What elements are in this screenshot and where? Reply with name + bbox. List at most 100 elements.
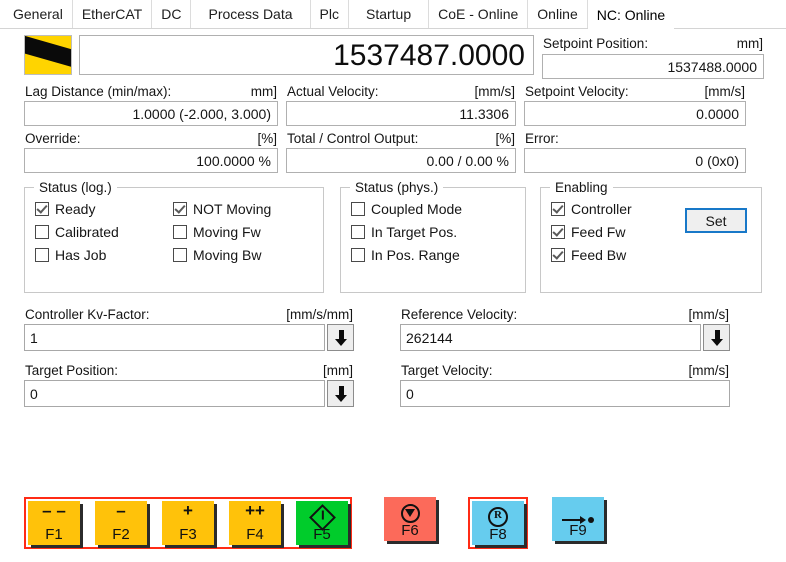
- checkbox-not-moving[interactable]: NOT Moving: [173, 201, 271, 217]
- reference-velocity-unit: [mm/s]: [688, 307, 730, 322]
- function-key-f6[interactable]: F6: [384, 497, 436, 541]
- target-velocity-input[interactable]: 0: [400, 380, 730, 407]
- override-value: 100.0000 %: [24, 148, 278, 173]
- status-log-right-column: NOT Moving Moving Fw Moving Bw: [173, 201, 271, 263]
- tab-online[interactable]: Online: [528, 0, 588, 28]
- status-log-group: Status (log.) Ready Calibrated Has Job N…: [24, 180, 324, 293]
- status-log-columns: Ready Calibrated Has Job NOT Moving Movi…: [35, 201, 313, 263]
- function-key-f2-label: F2: [112, 526, 130, 543]
- control-output-label-row: Total / Control Output: [%]: [286, 130, 516, 148]
- minus-icon: –: [116, 501, 126, 520]
- status-phys-column: Coupled Mode In Target Pos. In Pos. Rang…: [351, 201, 515, 263]
- error-value: 0 (0x0): [524, 148, 746, 173]
- function-key-f2[interactable]: – F2: [95, 501, 147, 545]
- setpoint-position-block: Setpoint Position: mm] 1537488.0000: [542, 35, 764, 79]
- reference-velocity-input-wrap: 262144: [400, 324, 730, 351]
- target-velocity-unit: [mm/s]: [688, 363, 730, 378]
- tab-process-data[interactable]: Process Data: [191, 0, 311, 28]
- function-key-f9-label: F9: [569, 522, 587, 539]
- checkbox-coupled-mode-label: Coupled Mode: [371, 201, 463, 217]
- function-key-f1[interactable]: – – F1: [28, 501, 80, 545]
- function-key-f9[interactable]: F9: [552, 497, 604, 541]
- checkbox-feed-fw-box[interactable]: [551, 225, 565, 239]
- actual-velocity-label-row: Actual Velocity: [mm/s]: [286, 83, 516, 101]
- tab-dc[interactable]: DC: [152, 0, 192, 28]
- target-dot: [588, 517, 594, 523]
- actual-velocity-block: Actual Velocity: [mm/s] 11.3306: [286, 83, 516, 126]
- target-velocity-block: Target Velocity: [mm/s] 0: [400, 362, 730, 407]
- function-key-f5[interactable]: F5: [296, 501, 348, 545]
- kv-factor-download-arrow-icon[interactable]: [327, 324, 354, 351]
- velocity-row: Lag Distance (min/max): mm] 1.0000 (-2.0…: [24, 83, 764, 126]
- function-key-f4[interactable]: ++ F4: [229, 501, 281, 545]
- spacer-f4-f5: [284, 501, 296, 545]
- target-position-input[interactable]: 0: [24, 380, 325, 407]
- target-move-button-wrap: F9: [552, 497, 604, 541]
- target-position-download-arrow-icon[interactable]: [327, 380, 354, 407]
- function-key-f4-label: F4: [246, 526, 264, 543]
- target-position-unit: [mm]: [323, 363, 353, 378]
- checkbox-ready-box[interactable]: [35, 202, 49, 216]
- checkbox-in-target-pos-box[interactable]: [351, 225, 365, 239]
- control-output-label: Total / Control Output:: [287, 131, 419, 146]
- actual-velocity-label: Actual Velocity:: [287, 84, 379, 99]
- kv-factor-label: Controller Kv-Factor:: [25, 307, 150, 322]
- override-label: Override:: [25, 131, 81, 146]
- actual-velocity-unit: [mm/s]: [474, 84, 516, 99]
- target-velocity-label-row: Target Velocity: [mm/s]: [400, 362, 730, 380]
- checkbox-moving-fw[interactable]: Moving Fw: [173, 224, 271, 240]
- checkbox-moving-fw-box[interactable]: [173, 225, 187, 239]
- checkbox-feed-bw-box[interactable]: [551, 248, 565, 262]
- kv-factor-input[interactable]: 1: [24, 324, 325, 351]
- target-position-label-row: Target Position: [mm]: [24, 362, 354, 380]
- tab-general[interactable]: General: [4, 0, 73, 28]
- function-key-bar: – – F1 – F2 + F3 ++ F4 F5 F6 R F8 F9: [24, 497, 604, 549]
- checkbox-controller-label: Controller: [571, 201, 632, 217]
- tab-nc-online[interactable]: NC: Online: [587, 1, 675, 29]
- setpoint-position-value: 1537488.0000: [542, 54, 764, 79]
- checkbox-calibrated[interactable]: Calibrated: [35, 224, 173, 240]
- reference-velocity-input[interactable]: 262144: [400, 324, 701, 351]
- checkbox-coupled-mode-box[interactable]: [351, 202, 365, 216]
- checkbox-moving-bw[interactable]: Moving Bw: [173, 247, 271, 263]
- reset-button-highlight-box: R F8: [468, 497, 528, 549]
- spacer-f3-f4: [217, 501, 229, 545]
- setpoint-velocity-block: Setpoint Velocity: [mm/s] 0.0000: [524, 83, 746, 126]
- checkbox-in-target-pos[interactable]: In Target Pos.: [351, 224, 515, 240]
- reference-velocity-download-arrow-icon[interactable]: [703, 324, 730, 351]
- tab-startup[interactable]: Startup: [348, 0, 430, 28]
- target-row: Target Position: [mm] 0 Target Velocity:…: [24, 362, 764, 407]
- error-label: Error:: [525, 131, 559, 146]
- stop-icon: [400, 504, 420, 523]
- checkbox-ready[interactable]: Ready: [35, 201, 173, 217]
- tab-coe-online[interactable]: CoE - Online: [429, 0, 529, 28]
- checkbox-feed-bw[interactable]: Feed Bw: [551, 247, 751, 263]
- set-button[interactable]: Set: [685, 208, 747, 233]
- checkbox-moving-bw-box[interactable]: [173, 248, 187, 262]
- checkbox-has-job-box[interactable]: [35, 248, 49, 262]
- reference-velocity-block: Reference Velocity: [mm/s] 262144: [400, 306, 730, 351]
- function-key-f8-label: F8: [489, 526, 507, 543]
- lag-distance-value: 1.0000 (-2.000, 3.000): [24, 101, 278, 126]
- tab-plc[interactable]: Plc: [310, 0, 349, 28]
- function-key-f8[interactable]: R F8: [472, 501, 524, 545]
- enabling-caption: Enabling: [550, 180, 613, 195]
- checkbox-not-moving-box[interactable]: [173, 202, 187, 216]
- checkbox-calibrated-box[interactable]: [35, 225, 49, 239]
- function-key-f3[interactable]: + F3: [162, 501, 214, 545]
- checkbox-in-pos-range[interactable]: In Pos. Range: [351, 247, 515, 263]
- target-position-block: Target Position: [mm] 0: [24, 362, 354, 407]
- checkbox-in-pos-range-box[interactable]: [351, 248, 365, 262]
- checkbox-has-job[interactable]: Has Job: [35, 247, 173, 263]
- checkbox-in-pos-range-label: In Pos. Range: [371, 247, 460, 263]
- lag-distance-label-row: Lag Distance (min/max): mm]: [24, 83, 278, 101]
- setpoint-velocity-unit: [mm/s]: [704, 84, 746, 99]
- tab-ethercat[interactable]: EtherCAT: [72, 0, 153, 28]
- checkbox-in-target-pos-label: In Target Pos.: [371, 224, 458, 240]
- function-key-f3-label: F3: [179, 526, 197, 543]
- target-position-label: Target Position:: [25, 363, 119, 378]
- error-block: Error: 0 (0x0): [524, 130, 746, 173]
- checkbox-coupled-mode[interactable]: Coupled Mode: [351, 201, 515, 217]
- checkbox-controller-box[interactable]: [551, 202, 565, 216]
- lag-distance-block: Lag Distance (min/max): mm] 1.0000 (-2.0…: [24, 83, 278, 126]
